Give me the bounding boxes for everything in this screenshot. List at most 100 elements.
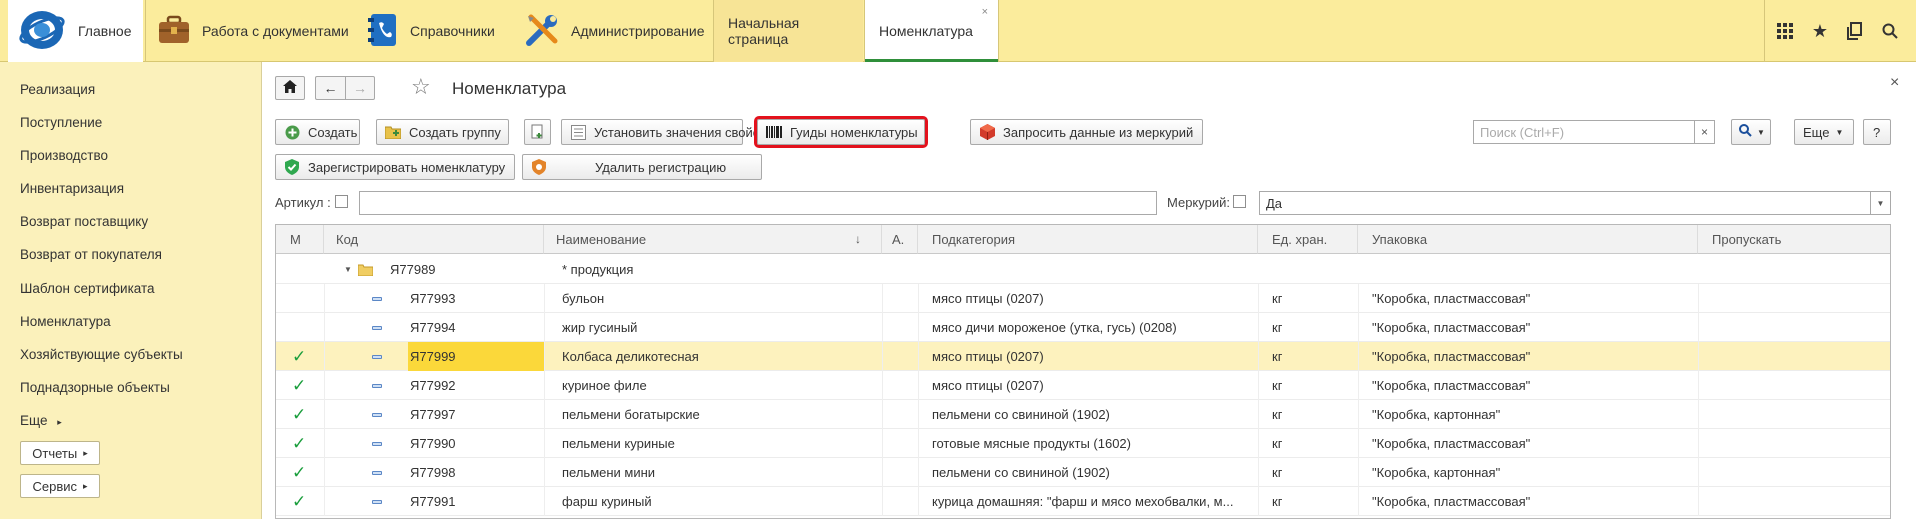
home-button[interactable] <box>275 76 305 100</box>
column-divider <box>1258 458 1259 487</box>
row-unit: кг <box>1272 465 1283 480</box>
table-row[interactable]: Я77993 бульон мясо птицы (0207) кг "Коробка,… <box>276 284 1890 313</box>
favorite-star-icon[interactable]: ☆ <box>411 74 431 100</box>
section-administration[interactable]: Администрирование <box>525 0 705 62</box>
article-filter-checkbox[interactable] <box>335 195 348 208</box>
sidebar-item-sales[interactable]: Реализация <box>20 82 95 97</box>
register-nomenclature-button[interactable]: Зарегистрировать номенклатуру <box>275 154 515 180</box>
mercury-check-icon: ✓ <box>292 491 307 511</box>
sidebar-item-business-entities[interactable]: Хозяйствующие субъекты <box>20 347 183 362</box>
column-header-skip[interactable]: Пропускать <box>1698 225 1890 254</box>
address-book-icon <box>368 13 398 50</box>
sidebar-item-more[interactable]: Еще ▸ <box>20 413 62 428</box>
column-divider <box>1258 487 1259 516</box>
table-row[interactable]: Я77994 жир гусиный мясо дичи мороженое (ут… <box>276 313 1890 342</box>
create-group-button[interactable]: Создать группу <box>376 119 509 145</box>
article-filter-input[interactable] <box>359 191 1157 215</box>
delete-registration-button[interactable]: Удалить регистрацию <box>522 154 762 180</box>
nomenclature-guids-button[interactable]: Гуиды номенклатуры <box>754 116 928 148</box>
column-divider <box>544 284 545 313</box>
sidebar-item-certificate-template[interactable]: Шаблон сертификата <box>20 281 155 296</box>
column-header-code[interactable]: Код <box>324 225 544 254</box>
column-divider <box>882 342 883 371</box>
row-unit: кг <box>1272 378 1283 393</box>
mercury-filter-select[interactable]: Да <box>1259 191 1871 215</box>
more-actions-button-label: Еще <box>1803 124 1830 140</box>
request-mercury-button[interactable]: Запросить данные из меркурий <box>970 119 1203 145</box>
column-divider <box>882 487 883 516</box>
column-header-package[interactable]: Упаковка <box>1358 225 1698 254</box>
search-input[interactable]: Поиск (Ctrl+F) <box>1473 120 1695 144</box>
article-filter-label: Артикул : <box>275 195 331 210</box>
column-header-name[interactable]: Наименование ↓ <box>544 225 882 254</box>
section-main[interactable]: Главное <box>8 0 143 62</box>
service-button[interactable]: Сервис ▸ <box>20 474 100 498</box>
mercury-check-icon: ✓ <box>292 404 307 424</box>
apps-grid-icon[interactable] <box>1766 0 1804 62</box>
sidebar-item-receipts[interactable]: Поступление <box>20 115 102 130</box>
row-package: "Коробка, пластмассовая" <box>1372 349 1531 364</box>
row-code: Я77992 <box>410 378 456 393</box>
search-clear-icon[interactable]: × <box>1695 120 1715 144</box>
section-references[interactable]: Справочники <box>368 0 495 62</box>
mercury-filter-checkbox[interactable] <box>1233 195 1246 208</box>
app-logo-icon <box>18 8 66 55</box>
table-row[interactable]: ✓ Я77990 пельмени куриные готовые мясные пр… <box>276 429 1890 458</box>
row-subcategory: готовые мясные продукты (1602) <box>932 436 1131 451</box>
section-documents[interactable]: Работа с документами <box>150 0 349 62</box>
copy-item-button[interactable] <box>524 119 551 145</box>
arrow-left-icon: ← <box>323 80 338 96</box>
column-divider <box>544 458 545 487</box>
column-divider <box>918 342 919 371</box>
sidebar-item-nomenclature[interactable]: Номенклатура <box>20 314 111 329</box>
table-group-row[interactable]: ▼ Я77989 * продукция <box>276 255 1890 284</box>
item-icon <box>372 487 382 516</box>
copy-document-icon <box>530 124 546 140</box>
reports-button[interactable]: Отчеты ▸ <box>20 441 100 465</box>
sidebar-item-return-supplier[interactable]: Возврат поставщику <box>20 214 148 229</box>
create-button[interactable]: Создать <box>275 119 360 145</box>
help-button[interactable]: ? <box>1863 119 1891 145</box>
tab-start-page[interactable]: Начальная страница <box>713 0 863 62</box>
more-actions-button[interactable]: Еще ▼ <box>1794 119 1854 145</box>
help-button-label: ? <box>1873 124 1881 140</box>
sidebar-item-inventory[interactable]: Инвентаризация <box>20 181 124 196</box>
close-form-icon[interactable]: × <box>1890 74 1899 92</box>
table-row[interactable]: ✓ Я77991 фарш куриный курица домашняя: "фар… <box>276 487 1890 516</box>
expand-triangle-icon[interactable]: ▼ <box>344 255 352 284</box>
back-button[interactable]: ← <box>315 76 345 100</box>
column-header-subcategory[interactable]: Подкатегория <box>918 225 1258 254</box>
group-code: Я77989 <box>390 262 436 277</box>
forward-button[interactable]: → <box>345 76 375 100</box>
tab-close-icon[interactable]: × <box>982 6 988 18</box>
column-header-unit[interactable]: Ед. хран. <box>1258 225 1358 254</box>
row-name: пельмени богатырские <box>562 407 700 422</box>
item-icon <box>372 429 382 458</box>
table-row-selected[interactable]: ✓ Я77999 Колбаса деликотесная мясо птицы (0… <box>276 342 1890 371</box>
column-divider <box>544 313 545 342</box>
table-row[interactable]: ✓ Я77992 куриное филе мясо птицы (0207) кг "К… <box>276 371 1890 400</box>
sidebar-item-production[interactable]: Производство <box>20 148 108 163</box>
column-header-m[interactable]: М <box>276 225 324 254</box>
history-icon[interactable] <box>1836 0 1874 62</box>
set-properties-button[interactable]: Установить значения свойств <box>561 119 772 145</box>
table-row[interactable]: ✓ Я77998 пельмени мини пельмени со свининой… <box>276 458 1890 487</box>
sidebar-item-return-customer[interactable]: Возврат от покупателя <box>20 247 162 262</box>
tab-nomenclature[interactable]: Номенклатура × <box>864 0 999 62</box>
star-icon[interactable]: ★ <box>1801 0 1839 62</box>
mercury-check-icon: ✓ <box>292 375 307 395</box>
add-folder-icon <box>385 124 401 140</box>
column-divider <box>918 487 919 516</box>
column-divider <box>1258 342 1259 371</box>
arrow-right-icon: → <box>353 80 367 96</box>
mercury-filter-dropdown-icon[interactable]: ▼ <box>1871 191 1891 215</box>
search-options-button[interactable]: ▼ <box>1731 119 1771 145</box>
column-divider <box>1698 371 1699 400</box>
column-divider <box>1358 342 1359 371</box>
search-icon[interactable] <box>1871 0 1909 62</box>
table-row[interactable]: ✓ Я77997 пельмени богатырские пельмени со с… <box>276 400 1890 429</box>
sidebar-item-supervised-objects[interactable]: Поднадзорные объекты <box>20 380 170 395</box>
column-divider <box>918 429 919 458</box>
column-header-a[interactable]: А. <box>882 225 918 254</box>
column-divider <box>324 487 325 516</box>
